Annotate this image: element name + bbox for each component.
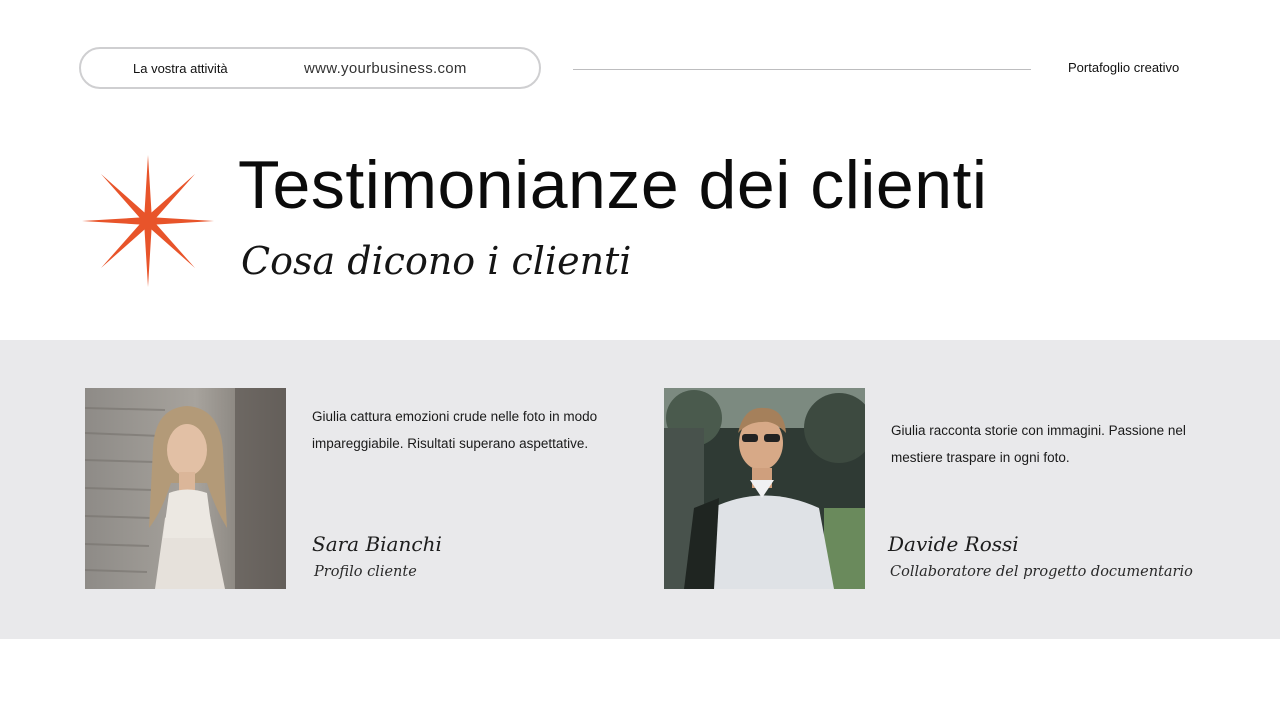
eight-point-star-icon bbox=[82, 155, 214, 287]
testimonial-role: Profilo cliente bbox=[314, 564, 417, 580]
section-label: Portafoglio creativo bbox=[1068, 60, 1180, 75]
testimonial-author: Sara Bianchi bbox=[312, 532, 442, 556]
page-subtitle: Cosa dicono i clienti bbox=[241, 239, 632, 283]
page-title: Testimonianze dei clienti bbox=[238, 147, 988, 223]
brand-name: La vostra attività bbox=[133, 61, 228, 76]
testimonial-role: Collaboratore del progetto documentario bbox=[890, 564, 1193, 580]
testimonial-author: Davide Rossi bbox=[888, 532, 1019, 556]
man-portrait-photo bbox=[664, 388, 865, 589]
testimonial-quote: Giulia racconta storie con immagini. Pas… bbox=[891, 423, 1186, 465]
website-link[interactable]: www.yourbusiness.com bbox=[304, 60, 467, 77]
header-divider bbox=[573, 69, 1031, 70]
testimonials-band: Giulia cattura emozioni crude nelle foto… bbox=[0, 340, 1280, 639]
testimonial-card: Giulia cattura emozioni crude nelle foto… bbox=[85, 388, 625, 589]
testimonial-quote: Giulia cattura emozioni crude nelle foto… bbox=[312, 409, 598, 451]
woman-portrait-photo bbox=[85, 388, 286, 589]
header-pill: La vostra attività www.yourbusiness.com bbox=[79, 47, 541, 89]
testimonial-card: Giulia racconta storie con immagini. Pas… bbox=[664, 388, 1204, 589]
